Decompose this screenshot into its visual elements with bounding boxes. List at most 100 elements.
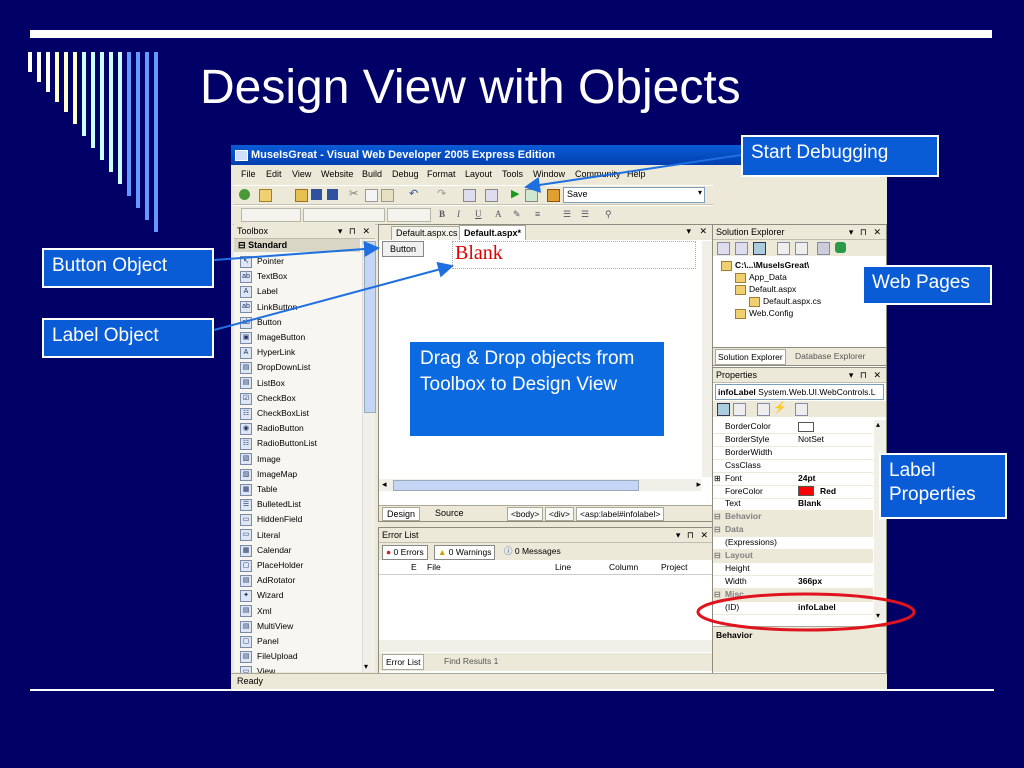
property-row[interactable]: BorderStyle NotSet (713, 433, 873, 447)
tab-find-results[interactable]: Find Results 1 (441, 654, 501, 668)
highlight-icon[interactable]: ✎ (513, 209, 524, 220)
errors-filter-button[interactable]: ● 0 Errors (382, 545, 428, 560)
property-row[interactable]: CssClass (713, 459, 873, 473)
scroll-up-icon[interactable]: ▴ (876, 420, 880, 429)
property-value-cell[interactable]: infoLabel (798, 601, 836, 614)
toolbox-item-calendar[interactable]: ▦ Calendar (240, 543, 292, 557)
column-file[interactable]: File (427, 561, 441, 574)
scroll-right-icon[interactable]: ▸ (696, 479, 701, 490)
view-in-browser-icon[interactable] (525, 189, 538, 202)
editor-tab-controls[interactable]: ▾ ✕ (686, 226, 710, 237)
menu-window[interactable]: Window (533, 169, 565, 179)
tab-default-aspx[interactable]: Default.aspx* (459, 225, 527, 240)
properties-controls[interactable]: ▾ ⊓ ✕ (849, 368, 883, 382)
toolbox-item-button[interactable]: ab Button (240, 315, 282, 329)
chevron-down-icon[interactable]: ▾ (698, 188, 702, 197)
property-category[interactable]: ⊟ Misc (713, 587, 873, 602)
breadcrumb-div[interactable]: <div> (545, 507, 574, 521)
menu-debug[interactable]: Debug (392, 169, 419, 179)
numbered-list-icon[interactable]: ☰ (563, 209, 574, 220)
scroll-down-icon[interactable]: ▾ (876, 611, 880, 620)
toolbox-item-fileupload[interactable]: ▤ FileUpload (240, 649, 298, 663)
open-file-icon[interactable] (295, 189, 308, 202)
block-format-select[interactable] (241, 208, 301, 222)
column-column[interactable]: Column (609, 561, 638, 574)
save-all-icon[interactable] (327, 189, 338, 200)
expand-icon[interactable]: ⊞ (714, 472, 721, 485)
undo-icon[interactable]: ↶ (409, 189, 420, 200)
properties-scrollbar[interactable]: ▴ ▾ (874, 420, 886, 620)
property-category[interactable]: ⊟ Behavior (713, 510, 873, 525)
property-category[interactable]: ⊟ Data (713, 523, 873, 538)
column-line[interactable]: Line (555, 561, 571, 574)
font-name-select[interactable] (303, 208, 385, 222)
editor-hscroll-thumb[interactable] (393, 480, 639, 491)
property-value-cell[interactable]: 24pt (798, 472, 815, 485)
menu-layout[interactable]: Layout (465, 169, 492, 179)
toolbox-item-pointer[interactable]: ↖ Pointer (240, 254, 284, 268)
view-code-icon[interactable] (777, 242, 790, 255)
solution-explorer-controls[interactable]: ▾ ⊓ ✕ (849, 225, 883, 239)
find-combo[interactable]: Save ▾ (563, 187, 705, 203)
find-icon[interactable] (547, 189, 560, 202)
cut-icon[interactable]: ✂ (349, 189, 360, 200)
toolbox-item-imagebutton[interactable]: ▣ ImageButton (240, 330, 305, 344)
property-row[interactable]: (Expressions) (713, 536, 873, 551)
property-value-cell[interactable]: 366px (798, 575, 822, 588)
toolbox-item-bulletedlist[interactable]: ☰ BulletedList (240, 497, 301, 511)
navigate-forward-icon[interactable] (485, 189, 498, 202)
hyperlink-tool-icon[interactable]: ⚲ (605, 209, 616, 220)
categorized-icon[interactable] (717, 403, 730, 416)
tree-node[interactable]: C:\...\MuseIsGreat\ (721, 259, 809, 271)
breadcrumb-label[interactable]: <asp:label#infolabel> (576, 507, 665, 521)
tab-database-explorer[interactable]: Database Explorer (793, 349, 867, 363)
menu-build[interactable]: Build (362, 169, 382, 179)
toolbox-item-hiddenfield[interactable]: ▭ HiddenField (240, 512, 302, 527)
nest-files-icon[interactable] (753, 242, 766, 255)
justify-icon[interactable]: ≡ (535, 209, 546, 220)
source-mode-tab[interactable]: Source (431, 507, 468, 519)
design-mode-tab[interactable]: Design (382, 507, 421, 521)
menu-file[interactable]: File (241, 169, 256, 179)
toolbox-item-radiobuttonlist[interactable]: ☷ RadioButtonList (240, 436, 317, 451)
object-selector[interactable]: infoLabel System.Web.UI.WebControls.L (715, 384, 884, 400)
toolbox-group-standard[interactable]: ⊟ Standard (234, 239, 360, 252)
redo-icon[interactable]: ↷ (437, 189, 448, 200)
editor-hscrollbar[interactable]: ◂ ▸ (379, 479, 701, 491)
tree-node[interactable]: Default.aspx.cs (749, 295, 821, 307)
font-color-icon[interactable]: A (495, 209, 506, 220)
property-value-cell[interactable]: NotSet (798, 433, 824, 446)
column-project[interactable]: Project (661, 561, 687, 574)
property-value-cell[interactable]: Red (798, 485, 836, 498)
refresh-icon[interactable] (735, 242, 748, 255)
menu-community[interactable]: Community (575, 169, 621, 179)
toolbox-item-panel[interactable]: ▢ Panel (240, 634, 279, 648)
copy-icon[interactable] (365, 189, 378, 202)
property-category[interactable]: ⊟ Layout (713, 549, 873, 563)
tab-default-aspx-cs[interactable]: Default.aspx.cs (391, 226, 463, 240)
messages-filter-button[interactable]: ⓘ 0 Messages (501, 545, 564, 558)
scroll-down-icon[interactable]: ▾ (364, 662, 368, 671)
property-row[interactable]: ⊞ Font 24pt (713, 472, 873, 486)
toolbox-item-imagemap[interactable]: ▨ ImageMap (240, 467, 297, 481)
toolbox-item-radiobutton[interactable]: ◉ RadioButton (240, 421, 304, 435)
menu-format[interactable]: Format (427, 169, 456, 179)
property-row[interactable]: Text Blank (713, 497, 873, 512)
property-pages-icon[interactable] (795, 403, 808, 416)
property-row[interactable]: Height (713, 562, 873, 576)
toolbox-item-adrotator[interactable]: ▤ AdRotator (240, 573, 295, 587)
toolbox-scrollbar[interactable]: ▾ (362, 239, 376, 672)
toolbox-item-hyperlink[interactable]: A HyperLink (240, 345, 295, 359)
expand-icon[interactable]: ⊟ (714, 588, 721, 601)
property-value-cell[interactable]: Blank (798, 497, 821, 510)
tab-solution-explorer[interactable]: Solution Explorer (715, 349, 786, 365)
breadcrumb-body[interactable]: <body> (507, 507, 544, 521)
navigate-back-icon[interactable] (463, 189, 476, 202)
toolbox-item-image[interactable]: ▧ Image (240, 452, 281, 466)
tree-node[interactable]: Web.Config (735, 307, 793, 319)
error-list-hscrollbar[interactable] (379, 640, 713, 652)
property-row[interactable]: ForeColor Red (713, 485, 873, 499)
toolbox-item-table[interactable]: ▦ Table (240, 482, 277, 496)
toolbox-item-checkbox[interactable]: ☑ CheckBox (240, 391, 296, 405)
scroll-left-icon[interactable]: ◂ (382, 479, 387, 490)
